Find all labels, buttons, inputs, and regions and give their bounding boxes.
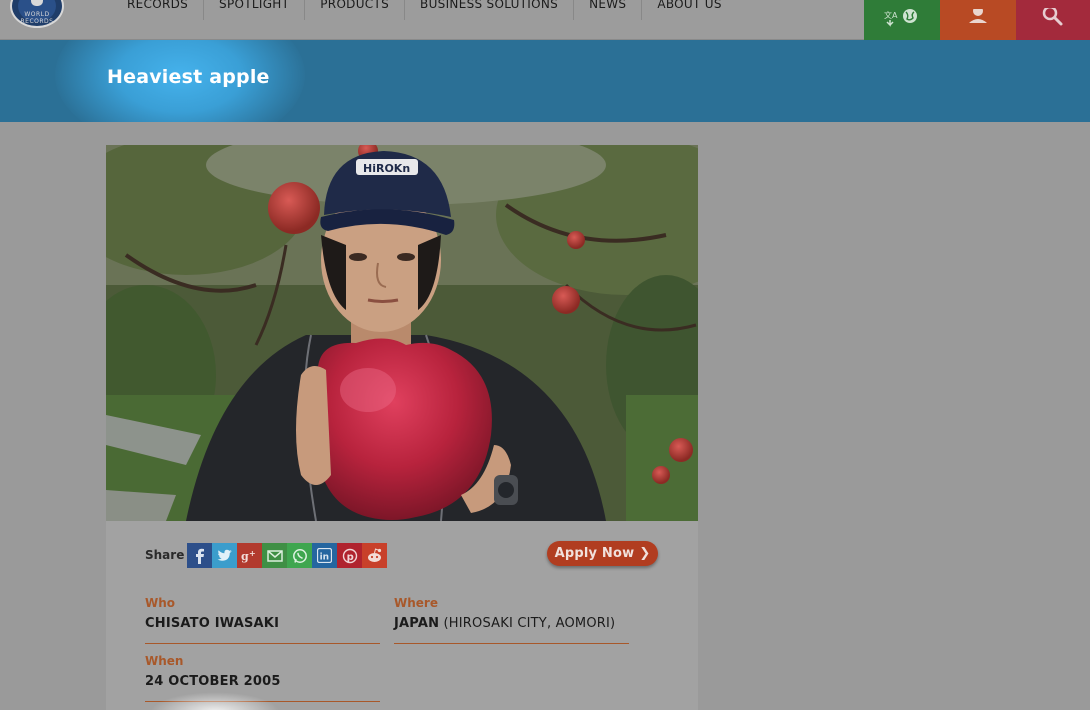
when-value-wrapper: 24 OCTOBER 2005 — [145, 674, 380, 689]
pinterest-icon: p — [342, 548, 357, 563]
top-navigation-bar: WORLD RECORDS RECORDS SPOTLIGHT PRODUCTS… — [0, 0, 1090, 40]
apply-now-button[interactable]: Apply Now ❯ — [547, 541, 658, 566]
where-value: JAPAN (HIROSAKI CITY, AOMORI) — [394, 616, 629, 631]
search-icon — [1042, 8, 1063, 26]
account-button[interactable] — [940, 0, 1016, 40]
share-linkedin-button[interactable]: in — [312, 543, 337, 568]
share-label: Share — [145, 548, 185, 562]
logo-text: WORLD RECORDS — [20, 11, 54, 25]
reddit-icon — [368, 548, 382, 562]
site-logo[interactable]: WORLD RECORDS — [10, 0, 64, 28]
where-country: JAPAN — [394, 616, 440, 631]
main-nav: RECORDS SPOTLIGHT PRODUCTS BUSINESS SOLU… — [112, 0, 737, 20]
linkedin-icon: in — [317, 548, 332, 563]
record-details-card: Share g + in p Apply Now ❯ Who CHISATO I… — [106, 521, 698, 710]
who-value: CHISATO IWASAKI — [145, 616, 280, 631]
record-photo: HiROKn — [106, 145, 698, 521]
nav-item-business-solutions[interactable]: BUSINESS SOLUTIONS — [405, 0, 575, 20]
page-title: Heaviest apple — [107, 66, 270, 88]
title-banner: Heaviest apple — [0, 40, 1090, 122]
facebook-icon — [195, 548, 204, 564]
share-email-button[interactable] — [262, 543, 287, 568]
svg-text:in: in — [320, 553, 330, 563]
where-place: (HIROSAKI CITY, AOMORI) — [443, 616, 616, 631]
chevron-right-icon: ❯ — [639, 546, 651, 561]
apply-now-label: Apply Now — [554, 546, 635, 561]
whatsapp-icon — [292, 548, 307, 563]
search-button[interactable] — [1016, 0, 1090, 40]
svg-text:p: p — [346, 552, 353, 563]
google-plus-icon: g + — [241, 549, 256, 563]
svg-text:+: + — [249, 549, 256, 558]
nav-item-news[interactable]: NEWS — [574, 0, 643, 20]
who-label: Who — [145, 596, 176, 610]
share-whatsapp-button[interactable] — [287, 543, 312, 568]
when-field: When 24 OCTOBER 2005 — [145, 646, 380, 702]
svg-text:文A: 文A — [884, 10, 898, 20]
who-field: Who CHISATO IWASAKI — [145, 588, 380, 644]
where-field: Where JAPAN (HIROSAKI CITY, AOMORI) — [394, 588, 629, 644]
cap-logo-text: HiROKn — [363, 162, 410, 175]
share-reddit-button[interactable] — [362, 543, 387, 568]
share-buttons: g + in p — [187, 543, 387, 568]
share-pinterest-button[interactable]: p — [337, 543, 362, 568]
svg-text:g: g — [241, 550, 249, 563]
when-value: 24 OCTOBER 2005 — [145, 674, 281, 689]
share-twitter-button[interactable] — [212, 543, 237, 568]
email-icon — [266, 549, 283, 562]
nav-item-records[interactable]: RECORDS — [112, 0, 205, 20]
language-button[interactable]: 文A — [864, 0, 940, 40]
share-google-plus-button[interactable]: g + — [237, 543, 262, 568]
record-photo-illustration: HiROKn — [106, 145, 698, 521]
nav-item-about-us[interactable]: ABOUT US — [642, 0, 736, 20]
when-label: When — [145, 654, 184, 668]
share-facebook-button[interactable] — [187, 543, 212, 568]
user-icon — [969, 9, 987, 23]
who-value-wrapper: CHISATO IWASAKI — [145, 616, 380, 631]
nav-item-spotlight[interactable]: SPOTLIGHT — [204, 0, 306, 20]
language-globe-icon: 文A — [884, 9, 917, 27]
twitter-icon — [217, 549, 232, 561]
where-label: Where — [394, 596, 438, 610]
nav-item-products[interactable]: PRODUCTS — [305, 0, 406, 20]
